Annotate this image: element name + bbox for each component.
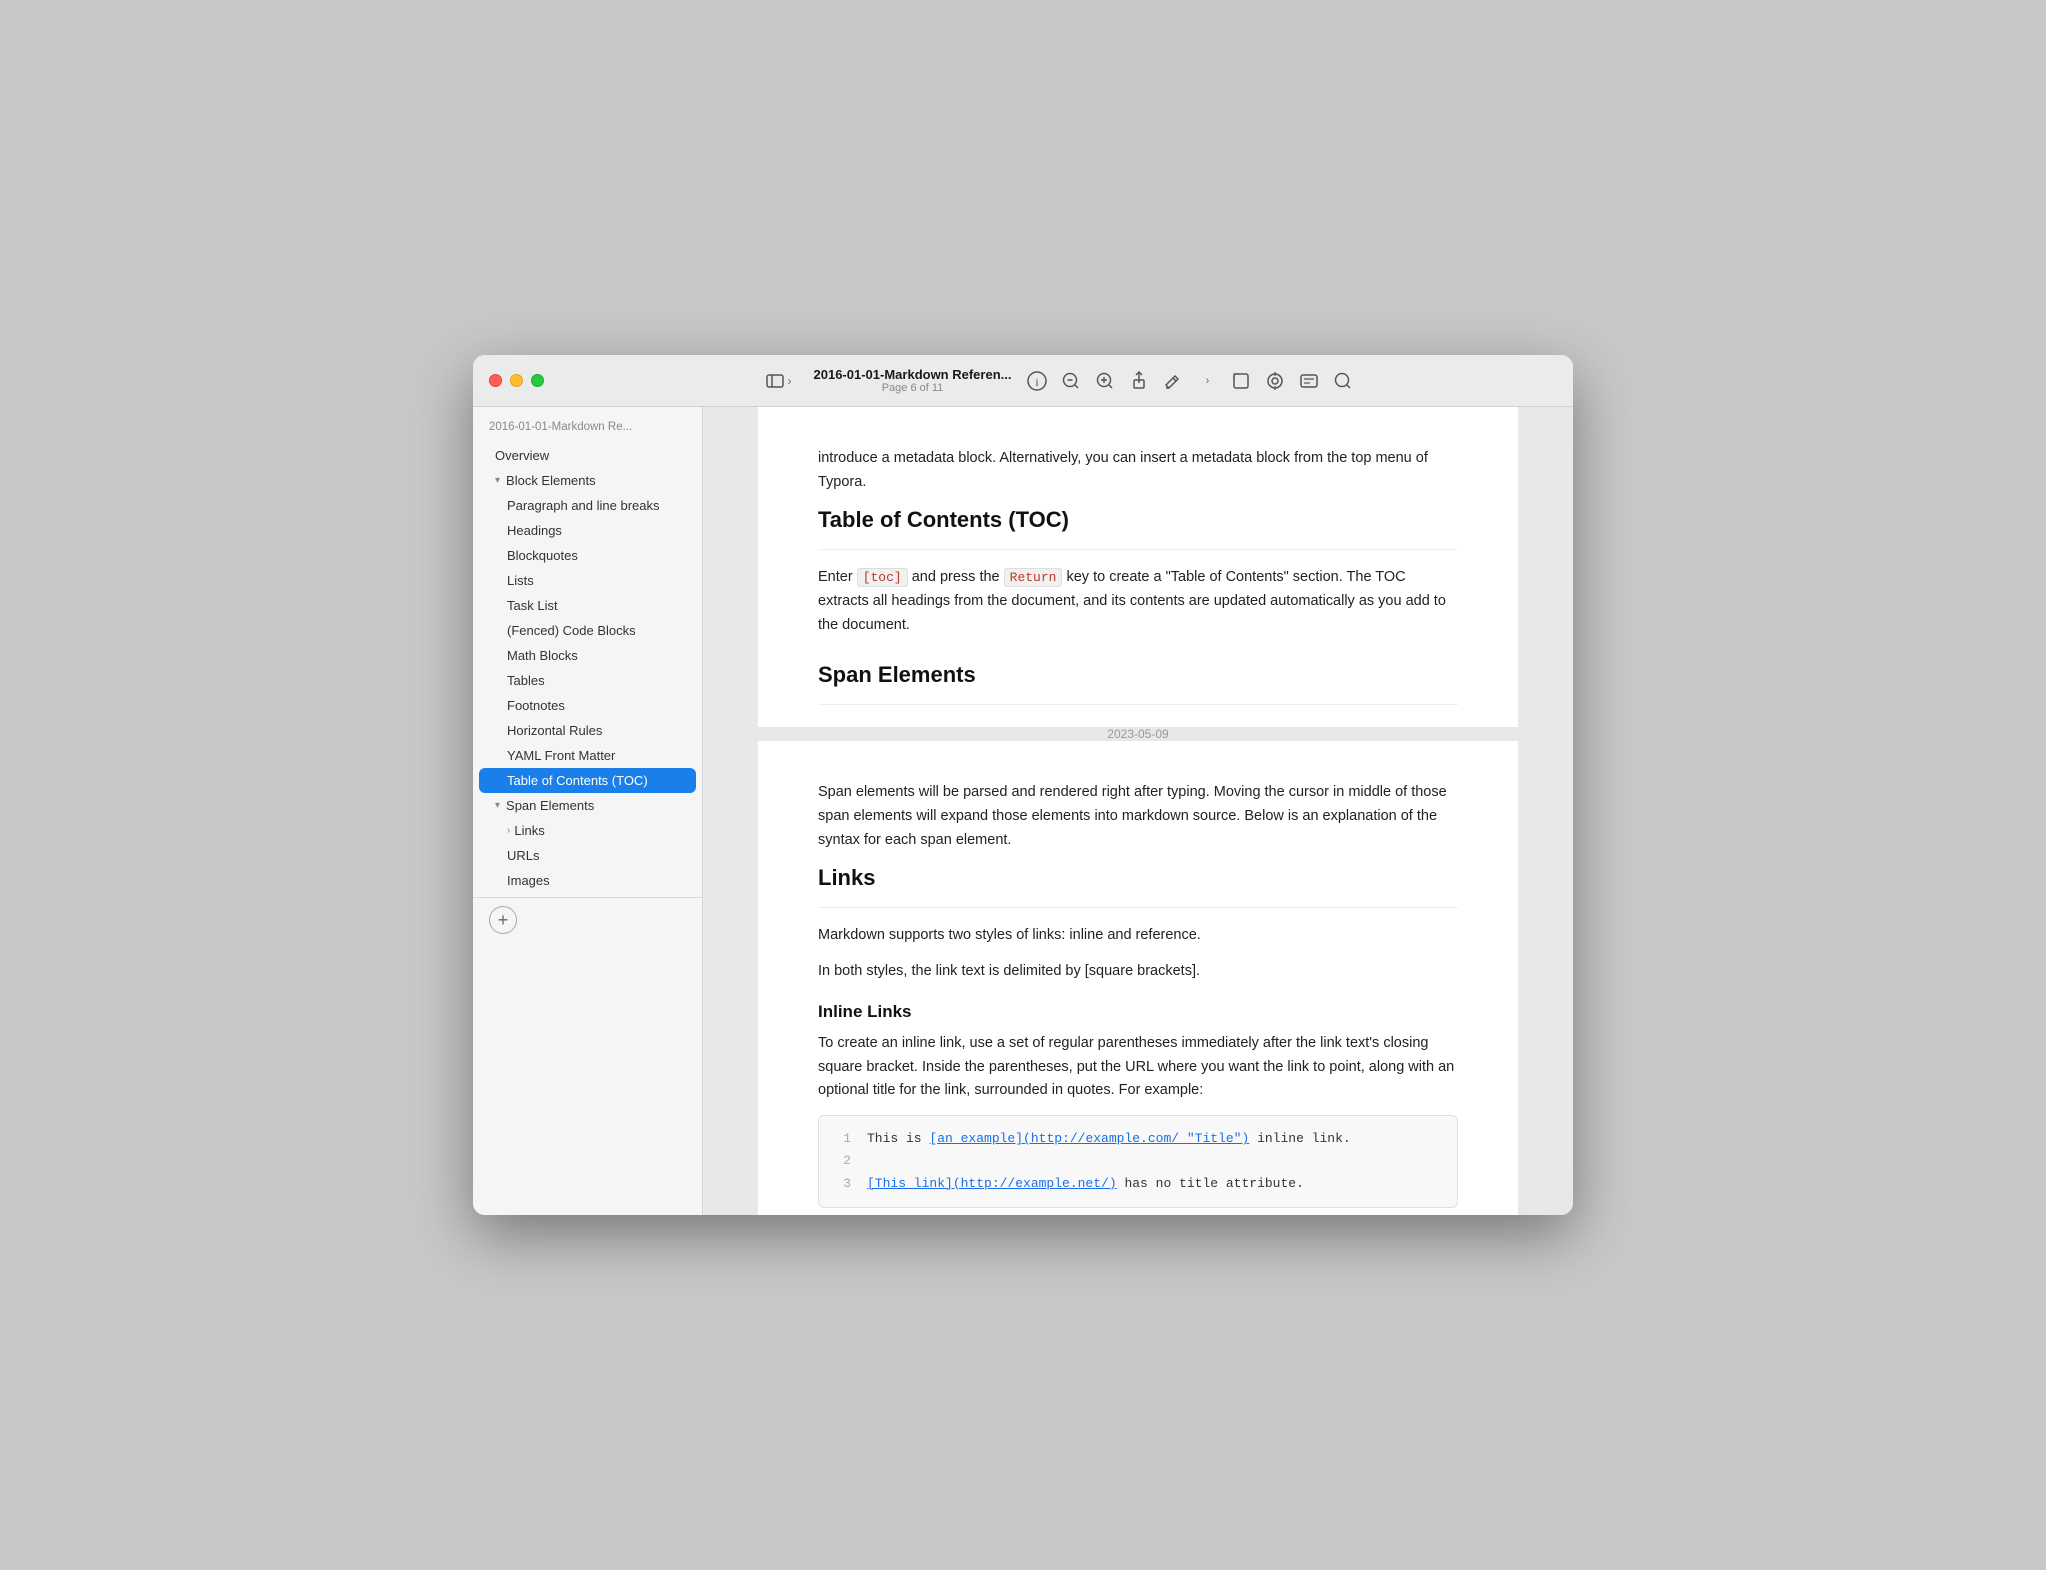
span-elements-heading: Span Elements bbox=[818, 662, 1458, 688]
code-line-3: 3 [This link](http://example.net/) has n… bbox=[835, 1173, 1441, 1195]
toc-enter-text: Enter bbox=[818, 569, 857, 585]
sidebar-item-blockquotes[interactable]: Blockquotes bbox=[479, 543, 696, 568]
page2-intro: Span elements will be parsed and rendere… bbox=[818, 781, 1458, 853]
fullscreen-icon[interactable] bbox=[1231, 371, 1251, 391]
page-date: 2023-05-09 bbox=[1107, 727, 1168, 741]
code-lineno-2: 2 bbox=[835, 1150, 851, 1172]
sidebar-toggle-chevron: › bbox=[788, 374, 792, 388]
code-suffix-3: has no title attribute. bbox=[1117, 1176, 1304, 1191]
document-area[interactable]: introduce a metadata block. Alternativel… bbox=[703, 407, 1573, 1215]
maximize-button[interactable] bbox=[531, 374, 544, 387]
chevron-right-icon: › bbox=[507, 825, 510, 836]
zoom-in-icon[interactable] bbox=[1095, 371, 1115, 391]
code-suffix-1: inline link. bbox=[1249, 1131, 1350, 1146]
links-para2: In both styles, the link text is delimit… bbox=[818, 960, 1458, 984]
search-icon[interactable] bbox=[1333, 371, 1353, 391]
code-line-2-text bbox=[867, 1150, 875, 1172]
span-elements-divider bbox=[818, 704, 1458, 705]
sidebar[interactable]: 2016-01-01-Markdown Re... Overview ▾ Blo… bbox=[473, 407, 703, 1215]
close-button[interactable] bbox=[489, 374, 502, 387]
toc-para: Enter [toc] and press the Return key to … bbox=[818, 566, 1458, 638]
main-content: 2016-01-01-Markdown Re... Overview ▾ Blo… bbox=[473, 407, 1573, 1215]
info-icon[interactable]: i bbox=[1027, 371, 1047, 391]
sidebar-item-paragraph[interactable]: Paragraph and line breaks bbox=[479, 493, 696, 518]
target-icon[interactable] bbox=[1265, 371, 1285, 391]
edit-chevron-icon[interactable]: › bbox=[1197, 371, 1217, 391]
sidebar-item-headings[interactable]: Headings bbox=[479, 518, 696, 543]
toc-code1: [toc] bbox=[857, 568, 908, 587]
intro-text: introduce a metadata block. Alternativel… bbox=[818, 447, 1458, 495]
document-title: 2016-01-01-Markdown Referen... bbox=[814, 367, 1012, 382]
code-link-1: [an example](http://example.com/ "Title"… bbox=[929, 1131, 1249, 1146]
share-icon[interactable] bbox=[1129, 371, 1149, 391]
sidebar-item-urls[interactable]: URLs bbox=[479, 843, 696, 868]
svg-text:i: i bbox=[1036, 375, 1040, 389]
doc-page-2: Span elements will be parsed and rendere… bbox=[758, 741, 1518, 1215]
sidebar-footer: + bbox=[473, 897, 702, 942]
minimize-button[interactable] bbox=[510, 374, 523, 387]
titlebar: › 2016-01-01-Markdown Referen... Page 6 … bbox=[473, 355, 1573, 407]
toc-divider bbox=[818, 549, 1458, 550]
titlebar-center: › 2016-01-01-Markdown Referen... Page 6 … bbox=[556, 367, 1557, 394]
code-line-2: 2 bbox=[835, 1150, 1441, 1172]
sidebar-item-horizontal-rules[interactable]: Horizontal Rules bbox=[479, 718, 696, 743]
links-heading: Links bbox=[818, 865, 1458, 891]
code-line-3-text: [This link](http://example.net/) has no … bbox=[867, 1173, 1304, 1195]
titlebar-actions: i › bbox=[1027, 371, 1353, 391]
code-line-1: 1 This is [an example](http://example.co… bbox=[835, 1128, 1441, 1150]
sidebar-item-yaml[interactable]: YAML Front Matter bbox=[479, 743, 696, 768]
zoom-out-icon[interactable] bbox=[1061, 371, 1081, 391]
toc-and-text: and press the bbox=[912, 569, 1004, 585]
titlebar-title-block: 2016-01-01-Markdown Referen... Page 6 of… bbox=[814, 367, 1012, 394]
code-line-1-text: This is [an example](http://example.com/… bbox=[867, 1128, 1351, 1150]
chevron-down-icon: ▾ bbox=[495, 475, 500, 486]
doc-page-1: introduce a metadata block. Alternativel… bbox=[758, 407, 1518, 727]
sidebar-block-elements-header[interactable]: ▾ Block Elements bbox=[479, 468, 696, 493]
sidebar-span-elements-header[interactable]: ▾ Span Elements bbox=[479, 793, 696, 818]
chevron-down-icon-span: ▾ bbox=[495, 800, 500, 811]
sidebar-item-tables[interactable]: Tables bbox=[479, 668, 696, 693]
code-lineno-3: 3 bbox=[835, 1173, 851, 1195]
inline-links-heading: Inline Links bbox=[818, 1002, 1458, 1022]
traffic-lights bbox=[489, 374, 544, 387]
sidebar-item-toc[interactable]: Table of Contents (TOC) bbox=[479, 768, 696, 793]
sidebar-item-overview[interactable]: Overview bbox=[479, 443, 696, 468]
sidebar-item-tasklist[interactable]: Task List bbox=[479, 593, 696, 618]
sidebar-item-overview-label: Overview bbox=[495, 448, 549, 463]
page-info: Page 6 of 11 bbox=[882, 382, 944, 394]
sidebar-item-links[interactable]: › Links bbox=[479, 818, 696, 843]
sidebar-item-code-blocks[interactable]: (Fenced) Code Blocks bbox=[479, 618, 696, 643]
annotate-icon[interactable] bbox=[1299, 371, 1319, 391]
inline-links-para: To create an inline link, use a set of r… bbox=[818, 1032, 1458, 1104]
sidebar-span-elements-label: Span Elements bbox=[506, 798, 594, 813]
code-link-3: [This link](http://example.net/) bbox=[867, 1176, 1117, 1191]
sidebar-doc-name: 2016-01-01-Markdown Re... bbox=[473, 415, 702, 443]
links-para1: Markdown supports two styles of links: i… bbox=[818, 924, 1458, 948]
page-separator: 2023-05-09 bbox=[758, 727, 1518, 741]
toc-code2: Return bbox=[1004, 568, 1063, 587]
links-divider bbox=[818, 907, 1458, 908]
sidebar-item-images[interactable]: Images bbox=[479, 868, 696, 893]
sidebar-item-footnotes[interactable]: Footnotes bbox=[479, 693, 696, 718]
code-block: 1 This is [an example](http://example.co… bbox=[818, 1115, 1458, 1207]
sidebar-toggle-button[interactable]: › bbox=[760, 370, 798, 392]
sidebar-block-elements-label: Block Elements bbox=[506, 473, 596, 488]
edit-icon[interactable] bbox=[1163, 371, 1183, 391]
toc-heading: Table of Contents (TOC) bbox=[818, 507, 1458, 533]
code-lineno-1: 1 bbox=[835, 1128, 851, 1150]
code-prefix-1: This is bbox=[867, 1131, 929, 1146]
add-button[interactable]: + bbox=[489, 906, 517, 934]
app-window: › 2016-01-01-Markdown Referen... Page 6 … bbox=[473, 355, 1573, 1215]
sidebar-item-math-blocks[interactable]: Math Blocks bbox=[479, 643, 696, 668]
sidebar-item-lists[interactable]: Lists bbox=[479, 568, 696, 593]
